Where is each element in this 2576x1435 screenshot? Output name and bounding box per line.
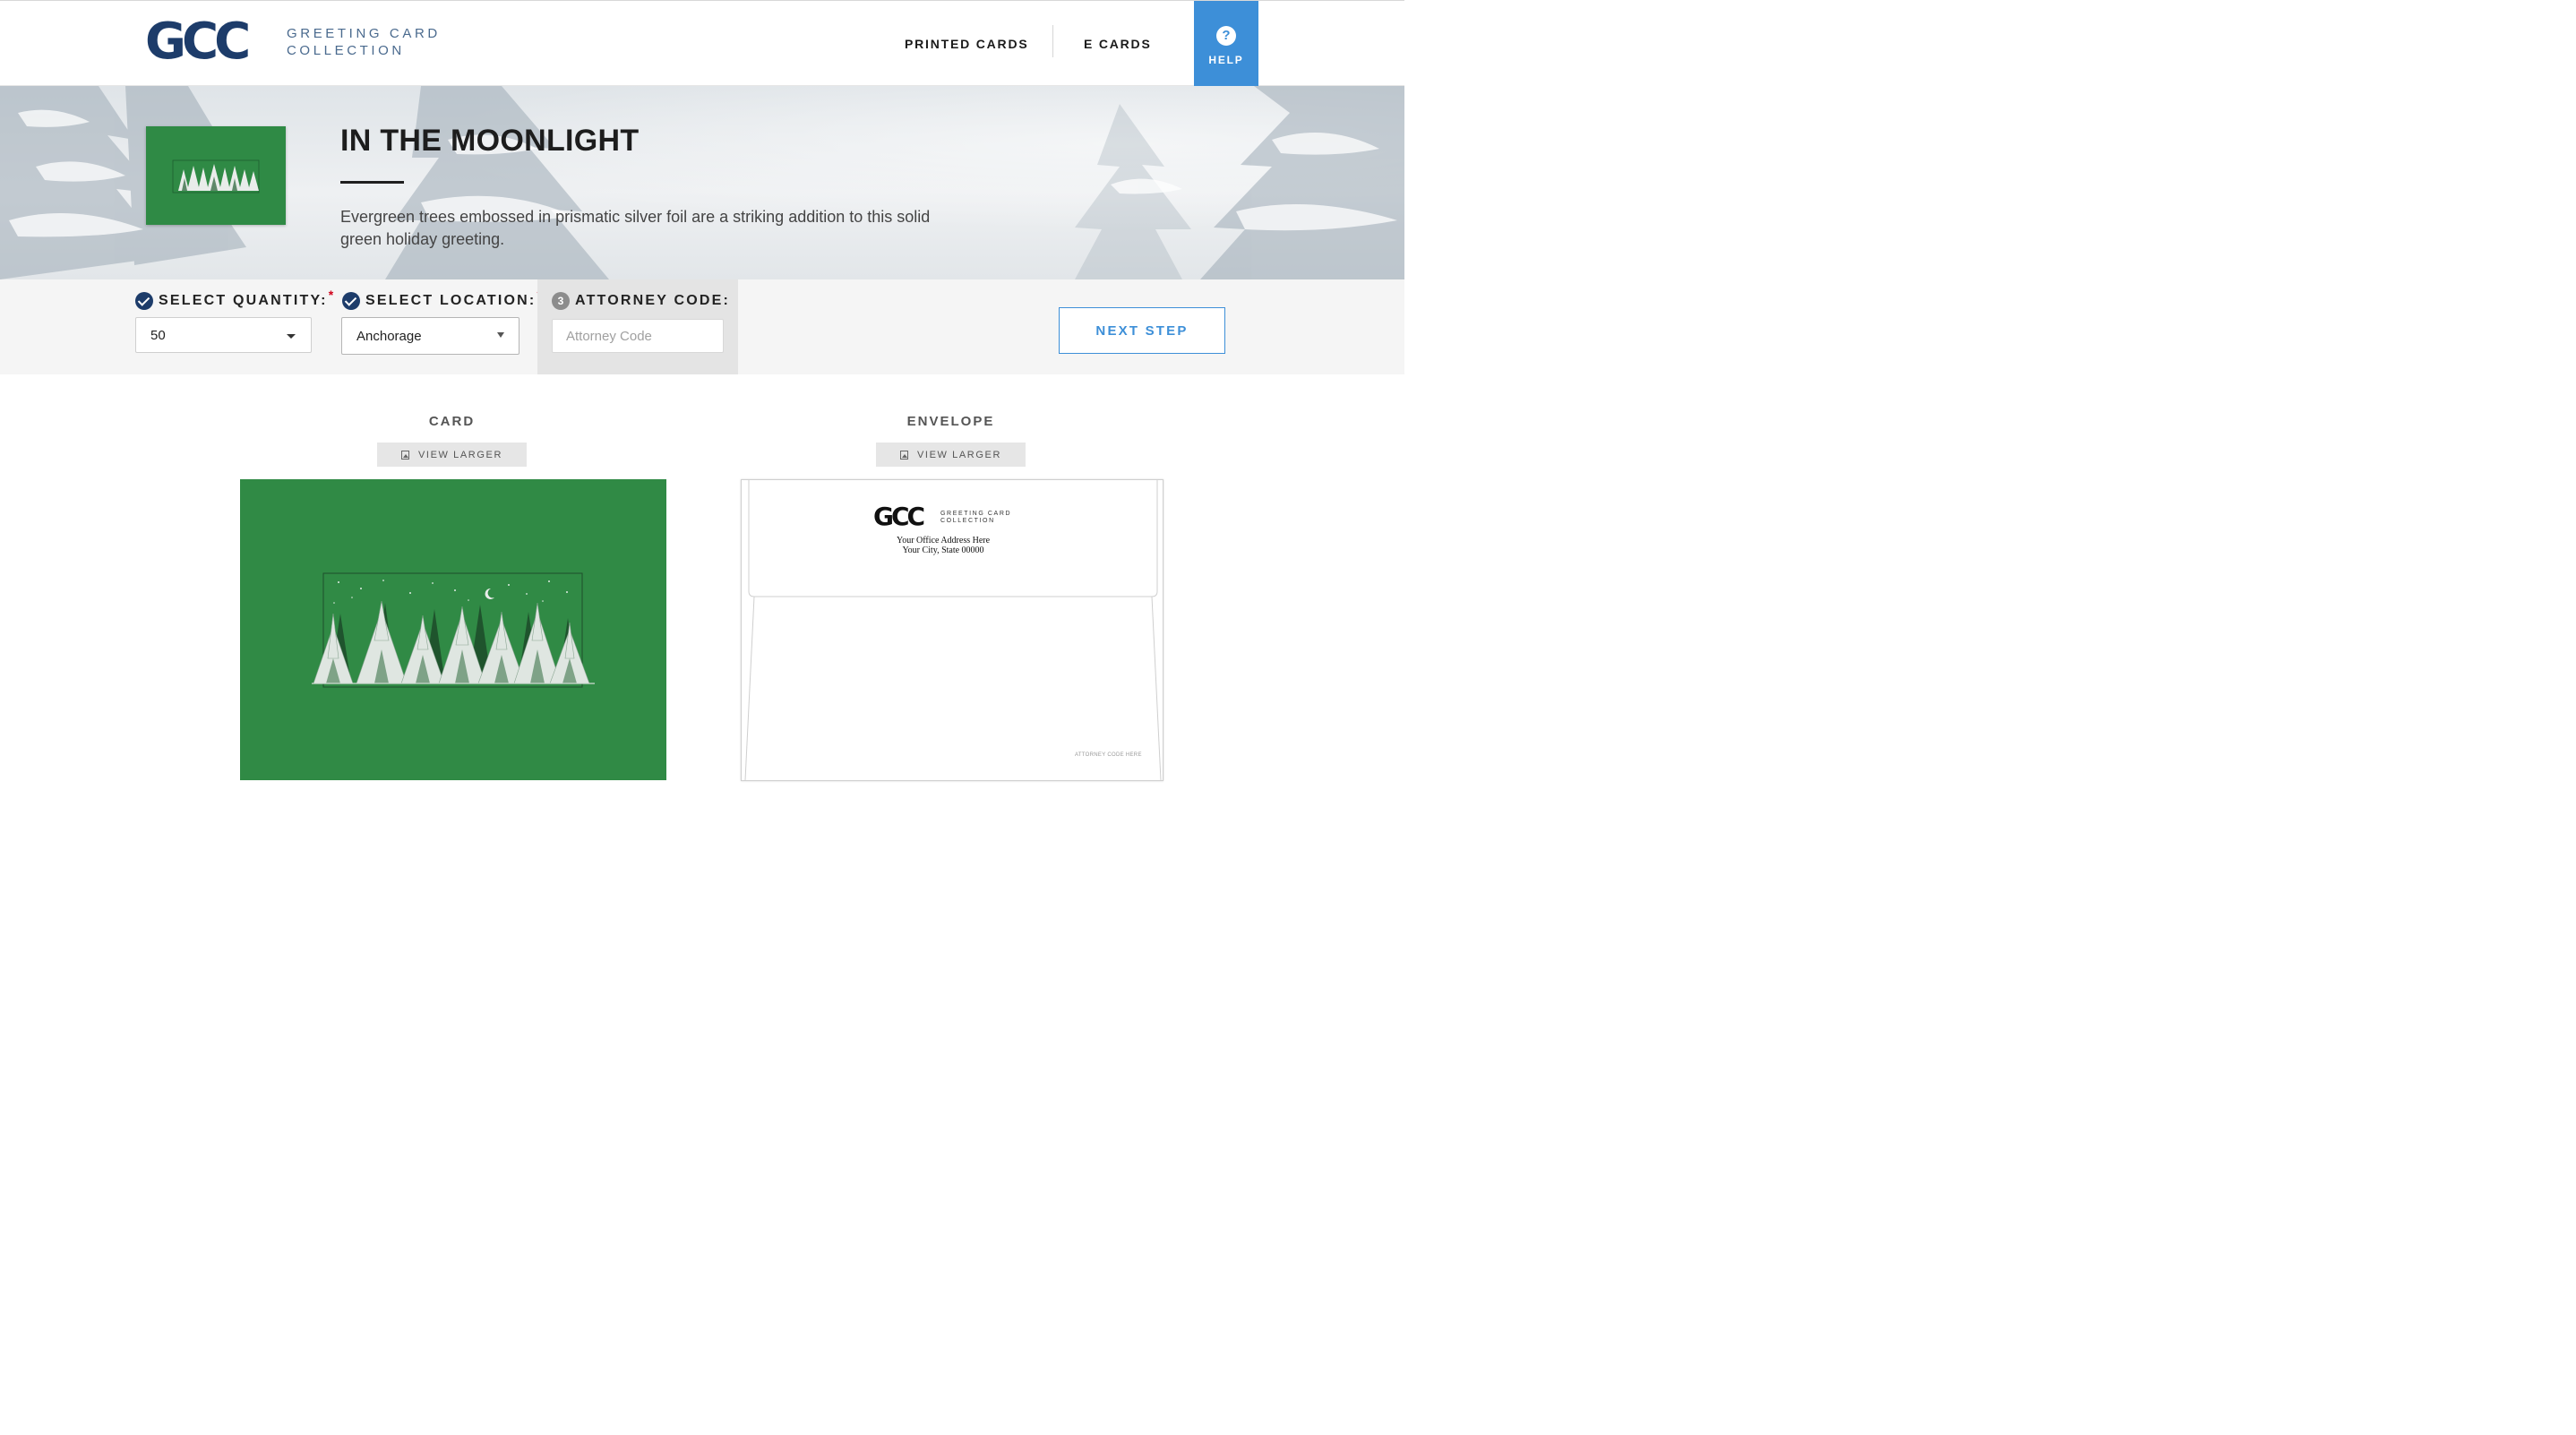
question-circle-icon: ? (1216, 26, 1236, 46)
step-number-badge: 3 (552, 292, 570, 310)
envelope-flap-outline (744, 480, 1162, 781)
logo-line-2: COLLECTION (287, 43, 405, 58)
attorney-code-label: 3 ATTORNEY CODE: (552, 292, 730, 310)
moonlit-trees-illustration (312, 572, 595, 688)
nav-e-cards[interactable]: E CARDS (1084, 1, 1152, 86)
gcc-logo[interactable]: GCC GREETING CARD COLLECTION (145, 17, 450, 67)
chevron-down-icon (287, 334, 296, 339)
site-header: GCC GREETING CARD COLLECTION PRINTED CAR… (0, 0, 1404, 86)
quantity-label: SELECT QUANTITY: * (135, 288, 333, 310)
image-icon (899, 450, 908, 460)
location-value: Anchorage (356, 328, 422, 344)
next-step-button[interactable]: NEXT STEP (1059, 307, 1225, 354)
envelope-preview-title: ENVELOPE (906, 414, 995, 429)
envelope-logo-line-1: GREETING CARD (940, 511, 1012, 517)
quantity-label-text: SELECT QUANTITY: (159, 293, 328, 308)
address-line-2: Your City, State 00000 (902, 546, 984, 555)
order-options-bar: SELECT QUANTITY: * 50 SELECT LOCATION: *… (0, 279, 1404, 374)
logo-wordmark: GREETING CARD COLLECTION (287, 25, 441, 59)
location-label-text: SELECT LOCATION: (365, 293, 537, 308)
nav-printed-cards[interactable]: PRINTED CARDS (905, 1, 1029, 86)
card-view-larger-label: VIEW LARGER (417, 449, 502, 460)
checkmark-circle-icon (342, 292, 360, 310)
envelope-logo-mark: GCC (873, 502, 925, 531)
title-underline (340, 181, 404, 184)
product-title: IN THE MOONLIGHT (340, 124, 640, 158)
help-label: HELP (1208, 54, 1244, 66)
envelope-return-address: Your Office Address Here Your City, Stat… (849, 536, 1037, 555)
quantity-value: 50 (150, 327, 166, 343)
product-description: Evergreen trees embossed in prismatic si… (340, 208, 931, 248)
checkmark-circle-icon (135, 292, 153, 310)
nav-divider (1052, 25, 1053, 57)
card-front-preview[interactable] (240, 479, 666, 780)
envelope-attorney-code: ATTORNEY CODE HERE (1075, 752, 1142, 758)
logo-line-1: GREETING CARD (287, 26, 441, 41)
help-button[interactable]: ? HELP (1194, 1, 1258, 86)
attorney-code-label-text: ATTORNEY CODE: (575, 293, 731, 308)
logo-mark: GCC (145, 13, 251, 71)
card-thumbnail[interactable] (146, 126, 286, 225)
envelope-logo-wordmark: GREETING CARD COLLECTION (940, 511, 1011, 525)
image-icon (400, 450, 409, 460)
required-asterisk: * (328, 288, 334, 302)
quantity-select[interactable]: 50 (135, 317, 312, 353)
thumbnail-trees-illustration (172, 159, 260, 193)
envelope-preview[interactable]: GCC GREETING CARD COLLECTION Your Office… (741, 479, 1163, 781)
location-label: SELECT LOCATION: * (342, 288, 542, 310)
envelope-logo-line-2: COLLECTION (940, 518, 995, 524)
location-select[interactable]: Anchorage (341, 317, 519, 355)
attorney-code-input[interactable] (552, 319, 724, 353)
address-line-1: Your Office Address Here (896, 536, 991, 546)
envelope-view-larger-button[interactable]: VIEW LARGER (876, 443, 1026, 467)
chevron-down-icon (497, 332, 504, 338)
card-preview-title: CARD (428, 414, 476, 429)
card-view-larger-button[interactable]: VIEW LARGER (377, 443, 527, 467)
envelope-view-larger-label: VIEW LARGER (916, 449, 1001, 460)
product-hero: IN THE MOONLIGHT Evergreen trees embosse… (0, 86, 1404, 279)
